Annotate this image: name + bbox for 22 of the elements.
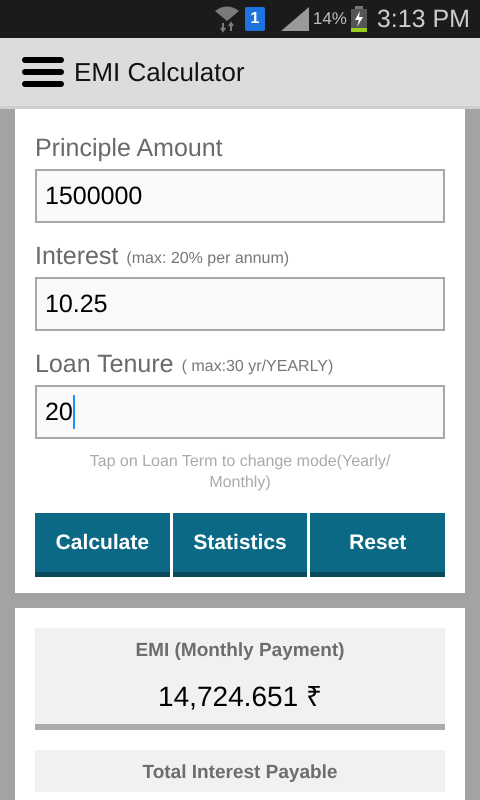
sim-badge: 1 bbox=[244, 7, 265, 31]
field-label: Loan Tenure bbox=[35, 350, 174, 378]
action-button[interactable]: Reset bbox=[310, 513, 446, 577]
field-label: Interest bbox=[35, 242, 118, 270]
result-title: Total Interest Payable bbox=[142, 762, 338, 784]
field-hint: ( max:30 yr/YEARLY) bbox=[182, 357, 334, 376]
clock: 3:13 PM bbox=[376, 4, 470, 34]
app-title: EMI Calculator bbox=[74, 56, 244, 88]
field-hint: (max: 20% per annum) bbox=[126, 249, 290, 268]
help-text: Tap on Loan Term to change mode(Yearly/ Monthly) bbox=[88, 452, 392, 493]
menu-icon[interactable] bbox=[22, 57, 64, 87]
result-title: EMI (Monthly Payment) bbox=[135, 640, 344, 662]
action-button[interactable]: Calculate bbox=[35, 513, 170, 577]
battery-percent: 14% bbox=[312, 9, 347, 29]
signal-icon bbox=[280, 7, 309, 31]
wifi-icon bbox=[212, 5, 241, 33]
input-field[interactable]: 20 bbox=[35, 385, 445, 439]
action-button[interactable]: Statistics bbox=[172, 513, 308, 577]
result-value: 14,724.651 ₹ bbox=[158, 680, 322, 714]
field-label: Principle Amount bbox=[35, 134, 223, 162]
input-field[interactable]: 10.25 bbox=[35, 277, 445, 331]
input-field[interactable]: 1500000 bbox=[35, 169, 445, 223]
